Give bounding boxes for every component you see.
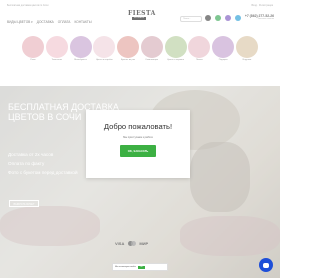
modal-subtitle: Мы приступаем к работе <box>123 136 153 139</box>
cookie-banner: Мы используем cookie OK <box>112 263 168 271</box>
welcome-modal: Добро пожаловать! Мы приступаем к работе… <box>86 110 190 178</box>
modal-confirm-button[interactable]: OK, ЗАКАЗАТЬ <box>120 145 156 157</box>
cookie-text: Мы используем cookie <box>115 266 136 268</box>
modal-title: Добро пожаловать! <box>103 122 173 131</box>
cookie-ok-button[interactable]: OK <box>137 265 145 269</box>
chat-bubble-icon <box>263 262 269 268</box>
chat-button[interactable] <box>259 258 273 272</box>
